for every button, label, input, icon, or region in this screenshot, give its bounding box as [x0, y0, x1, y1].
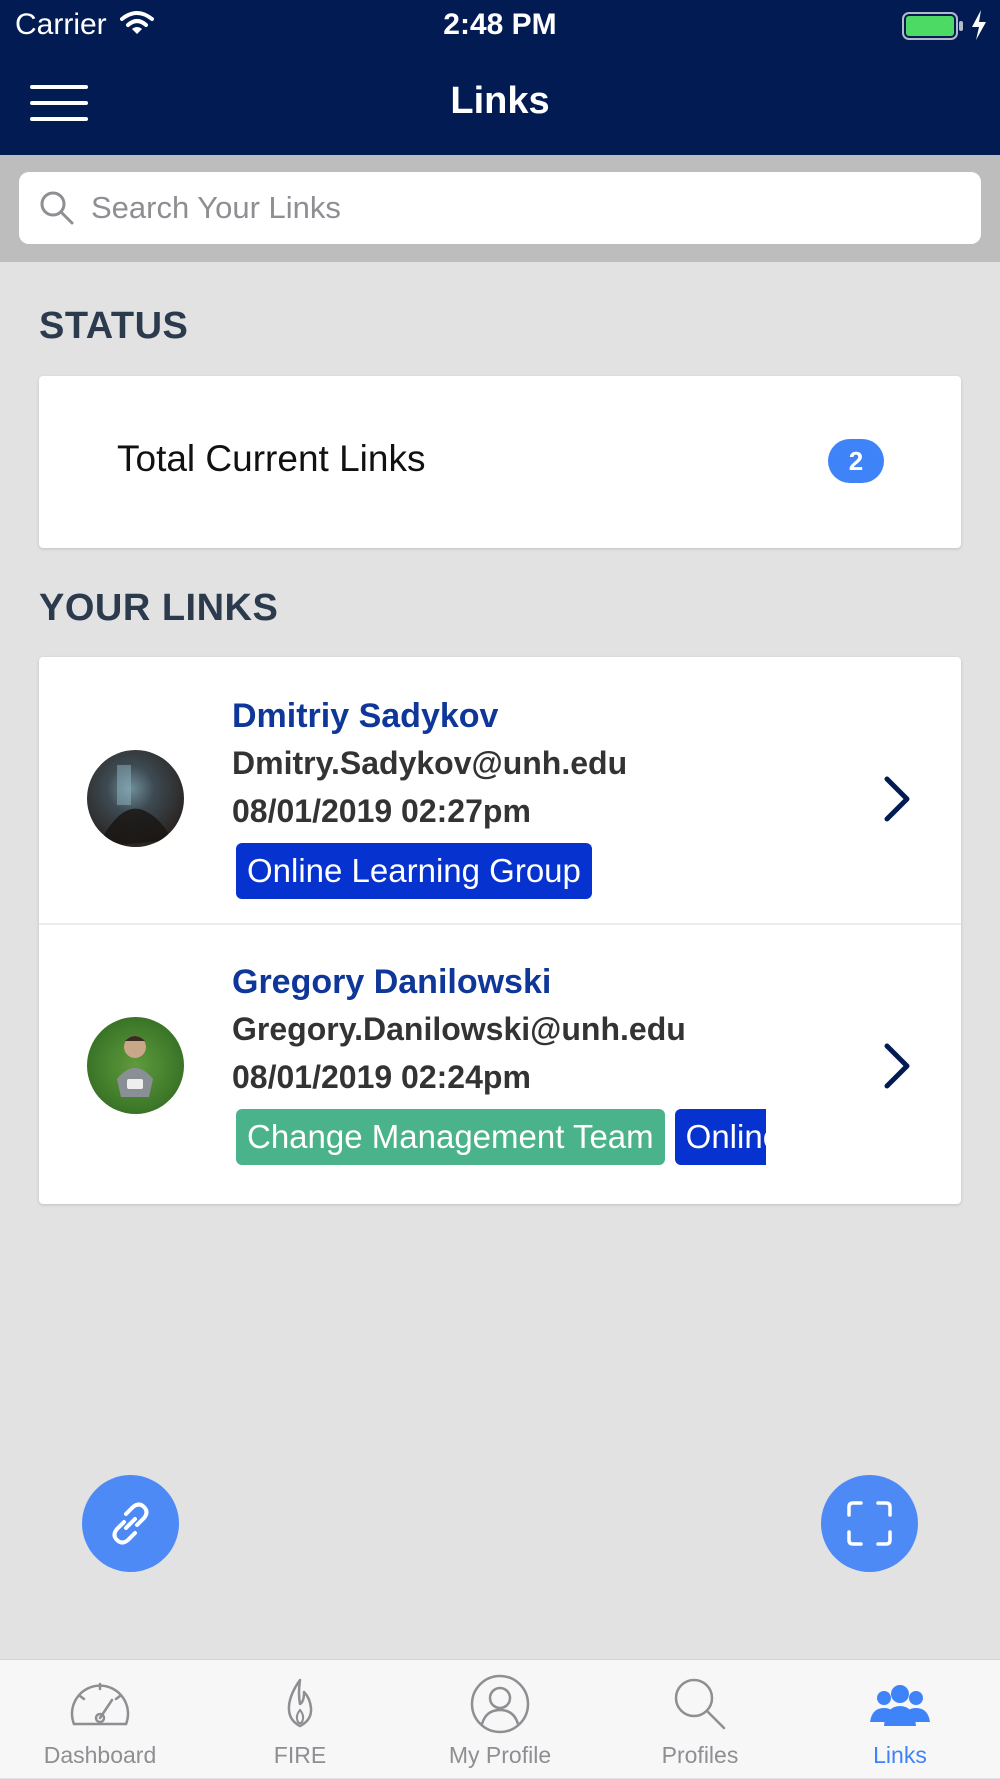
link-date: 08/01/2019 02:27pm	[232, 793, 531, 829]
total-links-label: Total Current Links	[117, 438, 426, 479]
scan-icon	[847, 1501, 892, 1546]
flame-icon	[287, 1678, 313, 1728]
charging-icon	[970, 10, 988, 45]
list-item[interactable]: Dmitriy Sadykov Dmitry.Sadykov@unh.edu 0…	[39, 657, 961, 923]
battery-icon	[902, 12, 964, 45]
total-links-badge: 2	[828, 439, 884, 483]
status-time: 2:48 PM	[443, 8, 557, 41]
link-email: Gregory.Danilowski@unh.edu	[232, 1011, 686, 1047]
search-bar	[0, 155, 1000, 262]
list-item[interactable]: Gregory Danilowski Gregory.Danilowski@un…	[39, 925, 961, 1191]
people-icon	[870, 1685, 930, 1726]
chevron-right-icon	[879, 1042, 913, 1095]
tab-dashboard[interactable]: Dashboard	[0, 1660, 200, 1779]
tab-label: Profiles	[661, 1742, 739, 1768]
tag-badge: Online Learning Group	[674, 1109, 766, 1165]
total-links-card: Total Current Links 2	[39, 376, 961, 548]
tag-list: Online Learning Group	[236, 843, 766, 899]
chevron-right-icon	[879, 775, 913, 828]
scan-button[interactable]	[821, 1475, 918, 1572]
tab-profiles[interactable]: Profiles	[600, 1660, 800, 1779]
tab-label: FIRE	[273, 1742, 327, 1768]
link-name: Gregory Danilowski	[232, 963, 552, 1001]
tab-label: Dashboard	[43, 1742, 157, 1768]
tab-fire[interactable]: FIRE	[200, 1660, 400, 1779]
search-icon	[674, 1678, 726, 1730]
person-icon	[470, 1674, 530, 1734]
link-email: Dmitry.Sadykov@unh.edu	[232, 745, 628, 781]
tab-my-profile[interactable]: My Profile	[400, 1660, 600, 1779]
links-list: Dmitriy Sadykov Dmitry.Sadykov@unh.edu 0…	[39, 657, 961, 1204]
search-icon	[39, 190, 75, 231]
tag-list: Change Management TeamOnline Learning Gr…	[236, 1109, 766, 1165]
search-box[interactable]	[19, 172, 981, 244]
app-header: Carrier 2:48 PM Links	[0, 0, 1000, 155]
link-name: Dmitriy Sadykov	[232, 697, 499, 735]
link-icon	[112, 1502, 149, 1545]
page-title: Links	[450, 80, 550, 122]
tag-badge: Online Learning Group	[236, 843, 592, 899]
status-section-title: STATUS	[39, 305, 189, 347]
tab-bar: Dashboard FIRE My Profile Profiles Links	[0, 1659, 1000, 1778]
links-section-title: YOUR LINKS	[39, 587, 279, 629]
tab-links[interactable]: Links	[800, 1660, 1000, 1779]
avatar	[87, 750, 184, 847]
search-input[interactable]	[91, 172, 961, 244]
speedometer-icon	[70, 1682, 130, 1726]
link-date: 08/01/2019 02:24pm	[232, 1059, 531, 1095]
add-link-button[interactable]	[82, 1475, 179, 1572]
tab-label: Links	[873, 1742, 927, 1768]
status-bar: Carrier 2:48 PM	[0, 0, 1000, 50]
tab-label: My Profile	[448, 1742, 552, 1768]
tag-badge: Change Management Team	[236, 1109, 665, 1165]
avatar	[87, 1017, 184, 1114]
